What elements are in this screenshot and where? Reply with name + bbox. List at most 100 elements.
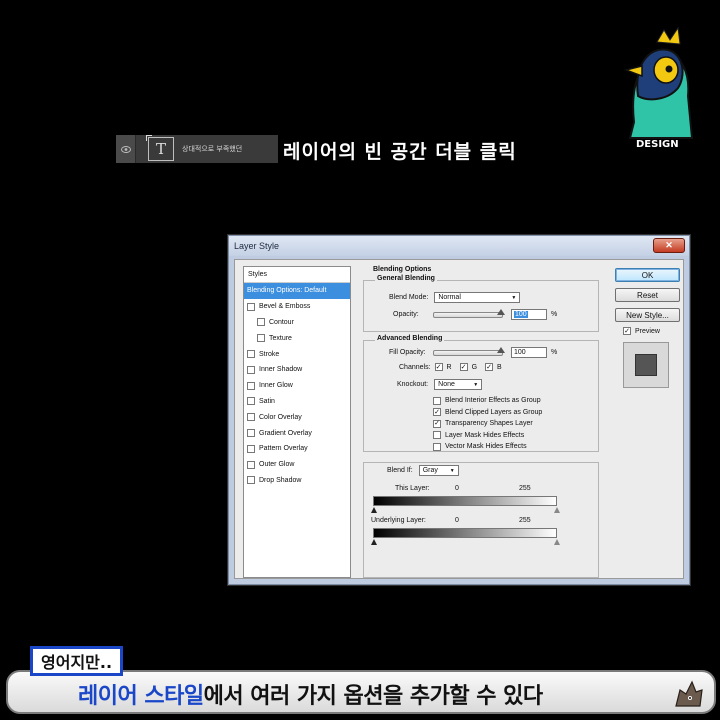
- blend-if-select[interactable]: Gray ▼: [418, 465, 459, 476]
- penguin-mascot-icon: [623, 26, 694, 139]
- this-layer-gradient: [373, 496, 557, 506]
- style-item[interactable]: Pattern Overlay: [244, 441, 350, 457]
- style-item-label: Outer Glow: [259, 461, 295, 469]
- option-checkbox[interactable]: [433, 396, 441, 405]
- option-checkbox[interactable]: [433, 431, 441, 440]
- advanced-option[interactable]: ✓ Blend Clipped Layers as Group: [433, 407, 542, 419]
- channels-row: Channels: ✓ R ✓ G ✓ B: [399, 363, 510, 371]
- style-item-label: Color Overlay: [259, 413, 302, 421]
- style-item-label: Pattern Overlay: [259, 445, 308, 453]
- style-item-label: Gradient Overlay: [259, 429, 312, 437]
- style-checkbox[interactable]: [247, 365, 255, 374]
- opacity-slider[interactable]: [433, 308, 505, 318]
- styles-header[interactable]: Styles: [244, 267, 350, 283]
- knockout-label: Knockout:: [397, 381, 429, 388]
- this-layer-max: 255: [519, 485, 531, 492]
- channel-checkbox[interactable]: ✓: [434, 363, 443, 371]
- general-blending-title: General Blending: [375, 275, 437, 282]
- blend-if-row: Blend If: Gray ▼: [387, 465, 459, 476]
- layer-row[interactable]: T 상대적으로 부족했던: [116, 135, 278, 163]
- this-layer-black-slider-icon[interactable]: [371, 507, 377, 513]
- knockout-value: None: [438, 381, 455, 388]
- style-item[interactable]: Drop Shadow: [244, 473, 350, 489]
- style-item[interactable]: Inner Glow: [244, 378, 350, 394]
- style-item[interactable]: Blending Options: Default: [244, 283, 350, 299]
- channel-checkbox[interactable]: ✓: [459, 363, 468, 371]
- style-checkbox[interactable]: [257, 334, 265, 343]
- dialog-titlebar[interactable]: Layer Style ✕: [229, 236, 689, 256]
- opacity-input[interactable]: 100: [511, 309, 547, 320]
- advanced-option[interactable]: ✓ Transparency Shapes Layer: [433, 418, 542, 430]
- style-item[interactable]: Contour: [244, 315, 350, 331]
- this-layer-label: This Layer:: [395, 485, 430, 492]
- style-checkbox[interactable]: [247, 444, 255, 453]
- option-checkbox[interactable]: ✓: [433, 408, 441, 417]
- style-item-label: Inner Shadow: [259, 366, 303, 374]
- channels-label: Channels:: [399, 363, 431, 371]
- knockout-select[interactable]: None ▼: [434, 379, 483, 390]
- underlying-black-slider-icon[interactable]: [371, 539, 377, 545]
- general-blending-group: [363, 280, 599, 332]
- preview-checkbox[interactable]: ✓: [623, 327, 631, 335]
- style-checkbox[interactable]: [247, 460, 255, 469]
- text-layer-thumbnail-icon: T: [146, 135, 174, 161]
- chevron-down-icon: ▼: [511, 294, 517, 301]
- visibility-eye-icon[interactable]: [116, 135, 136, 163]
- layer-name[interactable]: 상대적으로 부족했던: [182, 144, 242, 154]
- blending-section-title: Blending Options: [373, 266, 432, 273]
- channel-label: G: [471, 363, 478, 371]
- option-checkbox[interactable]: ✓: [433, 419, 441, 428]
- style-checkbox[interactable]: [247, 476, 255, 485]
- option-checkbox[interactable]: [433, 442, 441, 451]
- style-item[interactable]: Inner Shadow: [244, 362, 350, 378]
- style-checkbox[interactable]: [247, 302, 255, 311]
- style-checkbox[interactable]: [247, 381, 255, 390]
- ok-button[interactable]: OK: [615, 268, 680, 282]
- fill-opacity-slider[interactable]: [433, 346, 505, 356]
- fill-opacity-value: 100: [514, 349, 526, 356]
- style-item[interactable]: Stroke: [244, 346, 350, 362]
- preview-thumbnail: [623, 342, 669, 388]
- blending-options-panel: Blending Options General Blending Blend …: [357, 266, 603, 578]
- slider-handle-icon[interactable]: [497, 346, 505, 353]
- channel-label: R: [446, 363, 452, 371]
- channel-g[interactable]: ✓ G: [459, 363, 478, 371]
- channel-checkbox[interactable]: ✓: [485, 363, 494, 371]
- advanced-blending-title: Advanced Blending: [375, 335, 445, 342]
- fill-opacity-input[interactable]: 100: [511, 347, 547, 358]
- channels-checkboxes: ✓ R ✓ G ✓ B: [434, 363, 510, 371]
- blend-mode-select[interactable]: Normal ▼: [434, 292, 521, 303]
- channel-b[interactable]: ✓ B: [485, 363, 502, 371]
- caption-rest: 에서 여러 가지 옵션을 추가할 수 있다: [203, 684, 544, 709]
- advanced-option[interactable]: Vector Mask Hides Effects: [433, 441, 542, 453]
- underlying-max: 255: [519, 517, 531, 524]
- style-checkbox[interactable]: [247, 397, 255, 406]
- style-item[interactable]: Color Overlay: [244, 409, 350, 425]
- style-item[interactable]: Satin: [244, 394, 350, 410]
- style-checkbox[interactable]: [257, 318, 265, 327]
- style-checkbox[interactable]: [247, 429, 255, 438]
- underlying-min: 0: [455, 517, 459, 524]
- preview-row[interactable]: ✓ Preview: [623, 327, 660, 335]
- caption-top: 레이어의 빈 공간 더블 클릭: [283, 141, 517, 163]
- underlying-white-slider-icon[interactable]: [554, 539, 560, 545]
- knockout-row: Knockout: None ▼: [397, 379, 483, 390]
- new-style-button[interactable]: New Style...: [615, 308, 680, 322]
- style-checkbox[interactable]: [247, 413, 255, 422]
- blend-if-label: Blend If:: [387, 467, 413, 474]
- close-button[interactable]: ✕: [653, 238, 685, 253]
- this-layer-white-slider-icon[interactable]: [554, 507, 560, 513]
- chevron-down-icon: ▼: [473, 381, 479, 388]
- style-item[interactable]: Outer Glow: [244, 457, 350, 473]
- style-item-label: Bevel & Emboss: [259, 303, 311, 311]
- channel-r[interactable]: ✓ R: [434, 363, 452, 371]
- slider-handle-icon[interactable]: [497, 308, 505, 315]
- reset-button[interactable]: Reset: [615, 288, 680, 302]
- advanced-option[interactable]: Layer Mask Hides Effects: [433, 430, 542, 442]
- style-checkbox[interactable]: [247, 350, 255, 359]
- advanced-option[interactable]: Blend Interior Effects as Group: [433, 395, 542, 407]
- style-item[interactable]: Gradient Overlay: [244, 425, 350, 441]
- fill-opacity-label: Fill Opacity:: [389, 349, 426, 356]
- style-item[interactable]: Bevel & Emboss: [244, 299, 350, 315]
- style-item[interactable]: Texture: [244, 330, 350, 346]
